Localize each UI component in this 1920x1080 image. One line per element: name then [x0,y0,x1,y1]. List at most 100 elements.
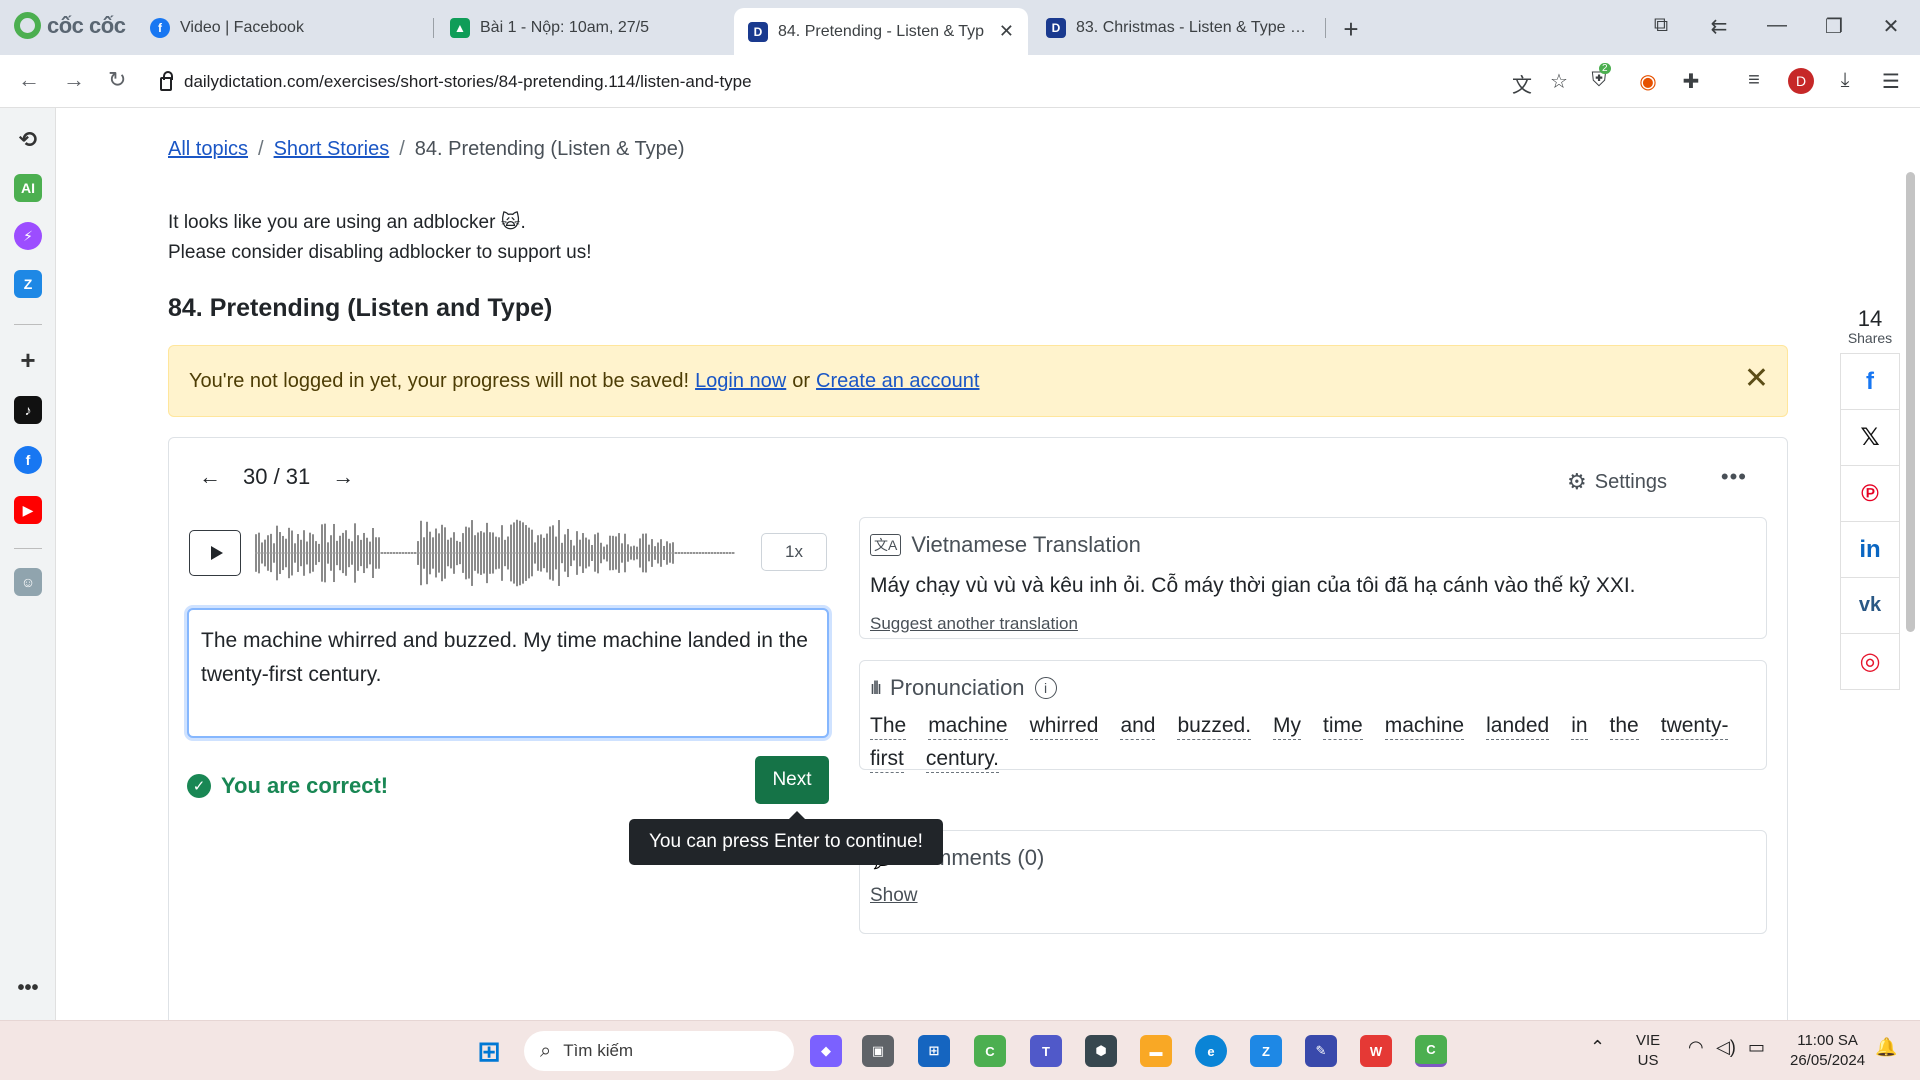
pronunciation-word[interactable]: whirred [1029,713,1099,740]
screenshot-icon[interactable]: ⧉ [1648,14,1674,37]
teams-icon[interactable]: T [1030,1035,1062,1067]
close-window-icon[interactable]: ✕ [1878,14,1904,39]
next-sentence-arrow-icon[interactable]: → [332,464,354,490]
extension-badge: 2 [1599,63,1611,74]
pronunciation-word[interactable]: century. [925,746,999,773]
reload-icon[interactable]: ↻ [108,67,126,93]
url-text[interactable]: dailydictation.com/exercises/short-stori… [184,72,752,92]
more-options-icon[interactable]: ••• [14,974,42,1002]
coccoc-app-icon[interactable]: C [974,1035,1006,1067]
battery-icon[interactable]: ▭ [1748,1037,1765,1057]
media-queue-icon[interactable]: ≡ [1741,69,1767,92]
translate-icon[interactable]: 文 [1509,69,1535,98]
previous-sentence-arrow-icon[interactable]: ← [199,464,221,490]
pronunciation-word[interactable]: first [870,746,904,773]
settings-button[interactable]: ⚙ Settings [1567,469,1667,495]
breadcrumb-all-topics[interactable]: All topics [168,138,248,160]
messenger-icon[interactable]: ⚡ [14,222,42,250]
pronunciation-word[interactable]: in [1571,713,1588,740]
profile-avatar[interactable]: D [1788,68,1814,94]
app-cube-icon[interactable]: ⬢ [1085,1035,1117,1067]
add-sidebar-app-icon[interactable]: + [14,345,42,375]
pen-app-icon[interactable]: ✎ [1305,1035,1337,1067]
forward-icon[interactable]: → [63,67,85,93]
minimize-icon[interactable]: — [1764,14,1790,37]
show-comments-link[interactable]: Show [870,885,918,907]
correct-text: You are correct! [221,773,389,798]
pronunciation-word[interactable]: machine [1384,713,1465,740]
wps-office-icon[interactable]: W [1360,1035,1392,1067]
youtube-icon[interactable]: ▶ [14,496,42,524]
restore-icon[interactable]: ❐ [1821,14,1847,39]
microsoft-store-icon[interactable]: ⊞ [918,1035,950,1067]
pronunciation-word[interactable]: and [1120,713,1156,740]
breadcrumb-short-stories[interactable]: Short Stories [274,138,390,160]
tab-facebook-video[interactable]: f Video | Facebook [136,8,426,47]
suggest-translation-link[interactable]: Suggest another translation [870,614,1078,634]
pronunciation-word[interactable]: machine [928,713,1008,740]
share-weibo-icon[interactable]: ◎ [1840,633,1900,690]
tab-pretending-active[interactable]: D 84. Pretending - Listen & Typ ✕ [734,8,1028,55]
tab-classroom-assignment[interactable]: ▲ Bài 1 - Nộp: 10am, 27/5 [436,8,726,47]
pronunciation-word[interactable]: buzzed. [1177,713,1252,740]
new-tab-icon[interactable]: + [1338,14,1364,45]
close-alert-icon[interactable]: ✕ [1744,364,1769,394]
back-icon[interactable]: ← [18,67,40,93]
address-bar[interactable]: dailydictation.com/exercises/short-stori… [150,63,1490,101]
pronunciation-word[interactable]: time [1323,713,1363,740]
tab-search-icon[interactable]: ⇇ [1706,14,1732,39]
play-button[interactable] [189,530,241,576]
share-facebook-icon[interactable]: f [1840,353,1900,410]
share-x-icon[interactable]: 𝕏 [1840,409,1900,466]
scrollbar-thumb[interactable] [1906,172,1915,632]
notification-bell-icon[interactable]: 🔔 [1875,1037,1897,1057]
pronunciation-word[interactable]: My [1273,713,1302,740]
create-account-link[interactable]: Create an account [816,370,979,393]
sidebar-divider [14,324,42,325]
language-indicator[interactable]: VIE US [1636,1031,1660,1071]
login-link[interactable]: Login now [695,370,786,393]
menu-icon[interactable]: ☰ [1878,69,1904,94]
more-options-button[interactable]: ••• [1721,464,1747,490]
pronunciation-word[interactable]: twenty- [1660,713,1729,740]
facebook-icon[interactable]: f [14,446,42,474]
volume-icon[interactable]: ◁) [1716,1037,1736,1057]
search-placeholder: Tìm kiếm [563,1041,634,1060]
bookmark-star-icon[interactable]: ☆ [1546,69,1572,94]
wifi-icon[interactable]: ◠ [1688,1037,1704,1057]
windows-start-icon[interactable]: ⊞ [473,1035,505,1067]
taskbar-search[interactable]: ⌕ Tìm kiếm [524,1031,794,1071]
lock-icon[interactable] [160,71,173,91]
show-hidden-icons-icon[interactable]: ⌃ [1590,1037,1605,1057]
pronunciation-word[interactable]: The [870,713,907,740]
audio-waveform[interactable] [255,518,735,588]
task-view-icon[interactable]: ▣ [862,1035,894,1067]
edge-icon[interactable]: e [1195,1035,1227,1067]
clock[interactable]: 11:00 SA 26/05/2024 [1790,1031,1865,1071]
copilot-icon[interactable]: ◆ [810,1035,842,1067]
share-linkedin-icon[interactable]: in [1840,521,1900,578]
close-tab-icon[interactable]: ✕ [999,21,1014,42]
answer-textarea[interactable] [187,608,829,738]
share-vk-icon[interactable]: vk [1840,577,1900,634]
pronunciation-word[interactable]: the [1609,713,1639,740]
extensions-puzzle-icon[interactable]: ✚ [1678,69,1704,94]
coccoc-active-icon[interactable]: C [1415,1035,1447,1067]
playback-speed-button[interactable]: 1x [761,533,827,571]
pronunciation-word[interactable]: landed [1486,713,1550,740]
info-icon[interactable]: i [1034,677,1057,699]
ai-assistant-icon[interactable]: AI [14,174,42,202]
alert-or: or [792,369,811,392]
download-icon[interactable]: ⤓ [1832,69,1858,92]
user-avatar-icon[interactable]: ☺ [14,568,42,596]
tiktok-icon[interactable]: ♪ [14,396,42,424]
history-icon[interactable]: ⟲ [14,126,42,154]
zalo-icon[interactable]: Z [14,270,42,298]
zalo-taskbar-icon[interactable]: Z [1250,1035,1282,1067]
file-explorer-icon[interactable]: ▬ [1140,1035,1172,1067]
next-button[interactable]: Next [755,756,829,804]
share-pinterest-icon[interactable]: ℗ [1840,465,1900,522]
coccoc-extension-icon[interactable]: ◉ [1635,69,1661,94]
tab-christmas[interactable]: D 83. Christmas - Listen & Type | Sh [1032,8,1322,47]
pronunciation-panel: ıllı Pronunciation i The machine whirred an… [859,660,1767,773]
